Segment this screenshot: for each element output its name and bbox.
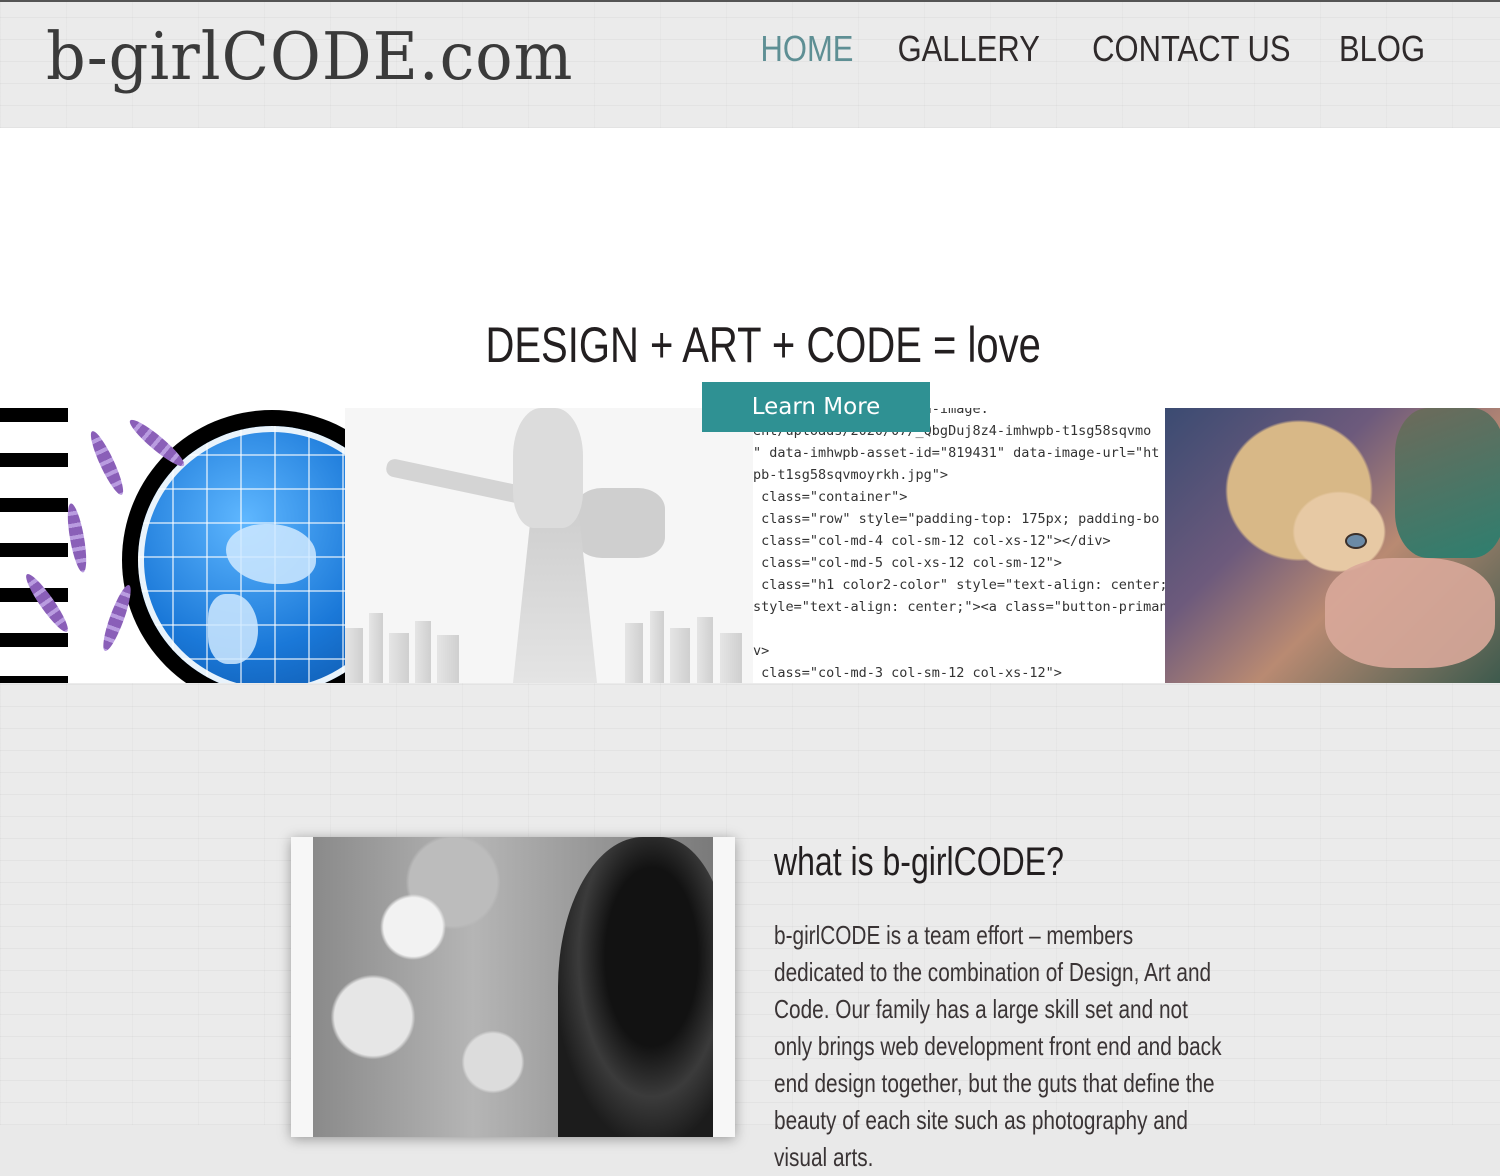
site-header: b-girlCODE.com HOME GALLERY CONTACT US B… (0, 0, 1500, 128)
about-section: what is b-girlCODE? b-girlCODE is a team… (0, 683, 1500, 1172)
hero-section: DESIGN + ART + CODE = love Learn More en… (0, 128, 1500, 683)
code-text: ion" style="background-image: ent/upload… (753, 408, 1165, 681)
learn-more-button[interactable]: Learn More (702, 382, 930, 432)
hero-image-strip: ion" style="background-image: ent/upload… (0, 408, 1500, 683)
hooded-figure-photo (313, 837, 713, 1137)
globe-lavender-image (0, 408, 345, 683)
code-screenshot-image: ion" style="background-image: ent/upload… (753, 408, 1165, 683)
fantasy-woman-image (345, 408, 753, 683)
hero-title: DESIGN + ART + CODE = love (485, 317, 1041, 373)
child-photo-image (1165, 408, 1500, 683)
nav-home[interactable]: HOME (760, 28, 853, 70)
about-title: what is b-girlCODE? (774, 840, 1064, 884)
nav-blog[interactable]: BLOG (1339, 28, 1425, 70)
site-logo[interactable]: b-girlCODE.com (46, 18, 573, 95)
nav-contact-us[interactable]: CONTACT US (1092, 28, 1290, 70)
about-body: b-girlCODE is a team effort – members de… (774, 920, 1222, 1172)
nav-gallery[interactable]: GALLERY (897, 28, 1039, 70)
main-nav: HOME GALLERY CONTACT US BLOG (753, 28, 1432, 70)
about-photo-card (291, 837, 735, 1137)
